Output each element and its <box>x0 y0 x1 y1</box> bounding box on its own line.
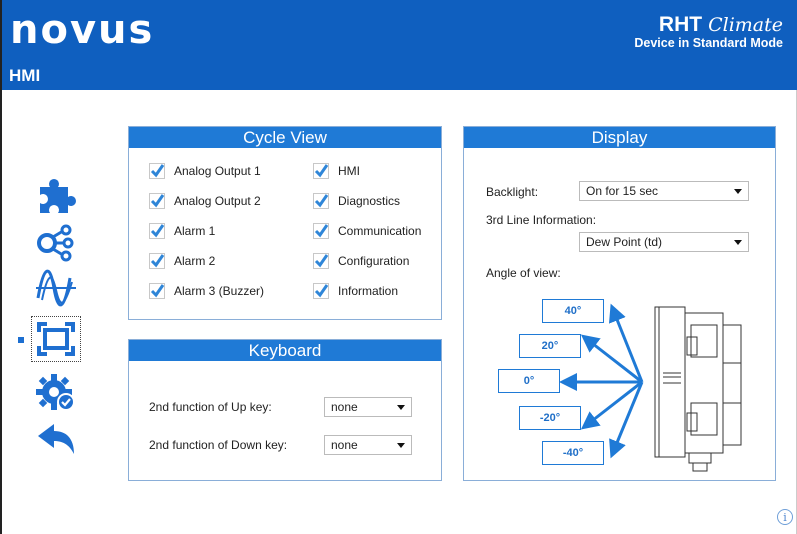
backlight-label: Backlight: <box>486 185 539 199</box>
down-key-label: 2nd function of Down key: <box>149 438 288 452</box>
wave-icon[interactable] <box>34 268 78 308</box>
header-bar: NOVUS HMI RHT Climate Device in Standard … <box>2 0 797 90</box>
down-key-value: none <box>331 438 358 452</box>
cycle-checkbox-label: Analog Output 2 <box>174 194 261 208</box>
checkbox-checked-icon[interactable] <box>313 253 329 269</box>
angle-option-box[interactable]: 20° <box>519 334 581 358</box>
info-icon[interactable]: i <box>777 509 793 525</box>
angle-option-box[interactable]: -20° <box>519 406 581 430</box>
chevron-down-icon <box>734 189 742 194</box>
checkbox-checked-icon[interactable] <box>313 163 329 179</box>
up-key-select[interactable]: none <box>324 397 412 417</box>
chevron-down-icon <box>397 443 405 448</box>
cycle-checkbox-item[interactable]: Configuration <box>313 253 409 269</box>
angle-option-box[interactable]: -40° <box>542 441 604 465</box>
cycle-checkbox-item[interactable]: Analog Output 2 <box>149 193 261 209</box>
app-window: NOVUS HMI RHT Climate Device in Standard … <box>0 0 797 534</box>
page-title: HMI <box>9 66 41 85</box>
cycle-checkbox-item[interactable]: Information <box>313 283 398 299</box>
cycle-checkbox-label: Alarm 1 <box>174 224 216 238</box>
up-key-label: 2nd function of Up key: <box>149 400 272 414</box>
back-arrow-icon[interactable] <box>34 420 78 460</box>
gear-check-icon[interactable] <box>34 372 78 412</box>
cycle-checkbox-label: Diagnostics <box>338 194 401 208</box>
network-icon[interactable] <box>34 222 78 262</box>
product-model: RHT <box>658 13 703 36</box>
angle-option-box[interactable]: 0° <box>498 369 560 393</box>
up-key-value: none <box>331 400 358 414</box>
frame-icon[interactable] <box>34 319 78 359</box>
cycle-checkbox-label: Communication <box>338 224 422 238</box>
angle-option-box[interactable]: 40° <box>542 299 604 323</box>
checkbox-checked-icon[interactable] <box>313 193 329 209</box>
device-mode: Device in Standard Mode <box>634 36 783 50</box>
line3-label: 3rd Line Information: <box>486 213 597 227</box>
cycle-checkbox-item[interactable]: Analog Output 1 <box>149 163 261 179</box>
cycle-checkbox-item[interactable]: Alarm 2 <box>149 253 215 269</box>
backlight-value: On for 15 sec <box>586 184 659 198</box>
cycle-checkbox-item[interactable]: Diagnostics <box>313 193 400 209</box>
cycle-checkbox-label: Alarm 2 <box>174 254 216 268</box>
display-title: Display <box>464 127 775 148</box>
cycle-checkbox-item[interactable]: Alarm 1 <box>149 223 215 239</box>
cycle-checkbox-item[interactable]: Communication <box>313 223 421 239</box>
cycle-view-title: Cycle View <box>129 127 441 148</box>
puzzle-icon[interactable] <box>34 175 78 215</box>
product-info: RHT Climate Device in Standard Mode <box>634 13 783 51</box>
checkbox-checked-icon[interactable] <box>313 283 329 299</box>
cycle-checkbox-label: HMI <box>338 164 360 178</box>
product-name: RHT Climate <box>634 13 783 37</box>
chevron-down-icon <box>734 240 742 245</box>
checkbox-checked-icon[interactable] <box>149 223 165 239</box>
angle-label: Angle of view: <box>486 266 561 280</box>
nav-active-marker <box>18 337 24 343</box>
novus-logo: NOVUS <box>10 7 155 53</box>
product-script-name: Climate <box>708 14 783 36</box>
keyboard-title: Keyboard <box>129 340 441 361</box>
line3-value: Dew Point (td) <box>586 235 663 249</box>
cycle-checkbox-item[interactable]: Alarm 3 (Buzzer) <box>149 283 264 299</box>
cycle-checkbox-item[interactable]: HMI <box>313 163 360 179</box>
chevron-down-icon <box>397 405 405 410</box>
checkbox-checked-icon[interactable] <box>313 223 329 239</box>
device-side-view-image <box>654 306 742 472</box>
checkbox-checked-icon[interactable] <box>149 253 165 269</box>
checkbox-checked-icon[interactable] <box>149 163 165 179</box>
cycle-checkbox-label: Configuration <box>338 254 410 268</box>
down-key-select[interactable]: none <box>324 435 412 455</box>
checkbox-checked-icon[interactable] <box>149 193 165 209</box>
cycle-checkbox-label: Alarm 3 (Buzzer) <box>174 284 265 298</box>
line3-select[interactable]: Dew Point (td) <box>579 232 749 252</box>
checkbox-checked-icon[interactable] <box>149 283 165 299</box>
cycle-checkbox-label: Information <box>338 284 399 298</box>
cycle-checkbox-label: Analog Output 1 <box>174 164 261 178</box>
backlight-select[interactable]: On for 15 sec <box>579 181 749 201</box>
